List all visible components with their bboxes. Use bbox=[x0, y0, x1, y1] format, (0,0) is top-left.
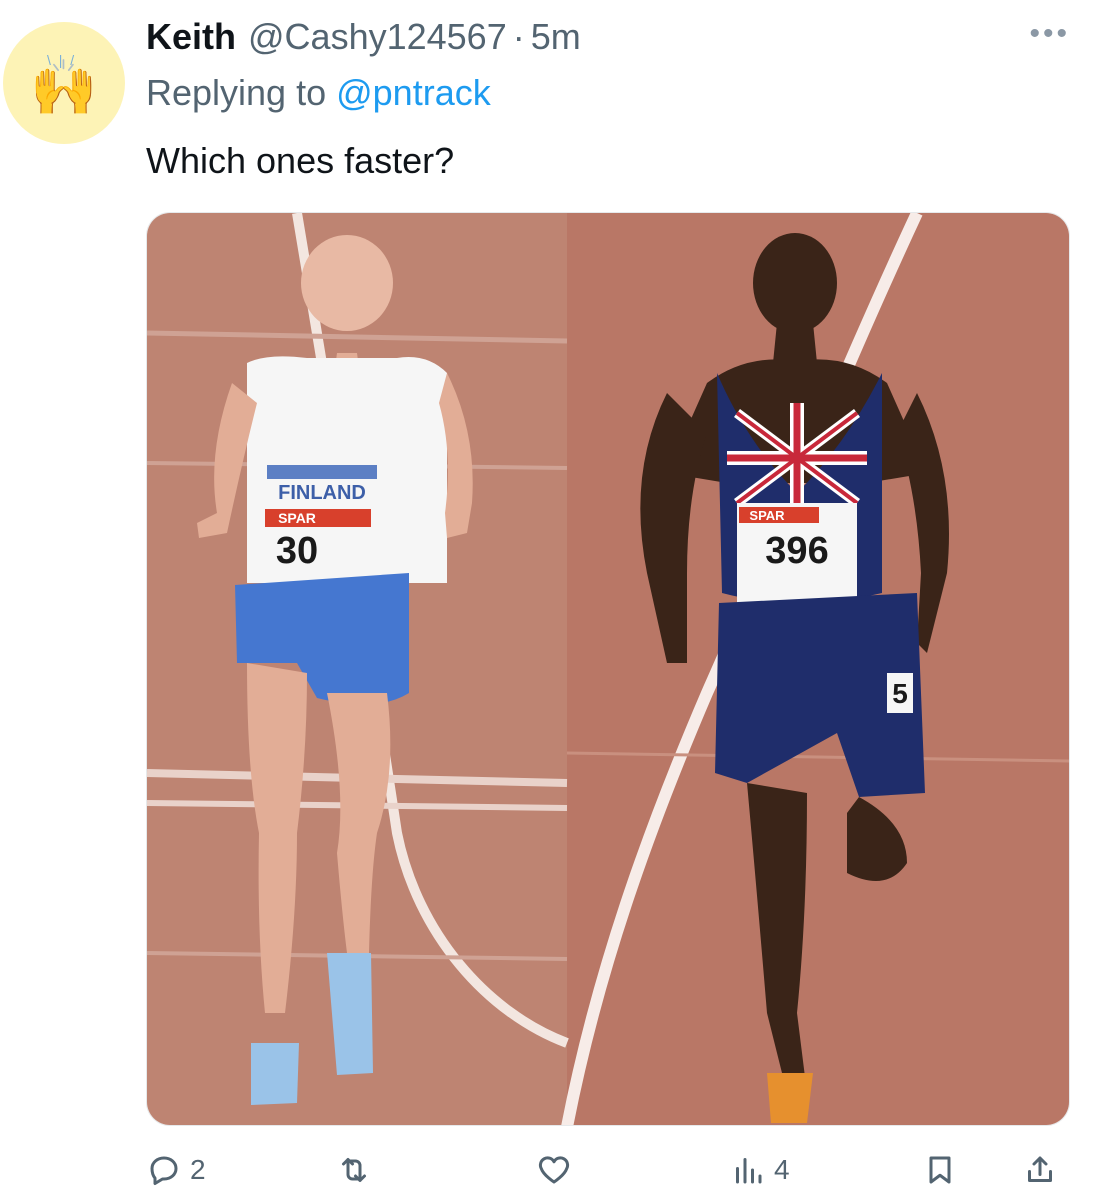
separator-dot: · bbox=[512, 16, 525, 57]
replying-to-label: Replying to bbox=[146, 72, 337, 113]
reply-button[interactable]: 2 bbox=[146, 1148, 206, 1192]
raised-hands-icon: 🙌 bbox=[30, 58, 98, 118]
right-bib-sponsor: SPAR bbox=[749, 508, 785, 523]
tweet[interactable]: \ | / 🙌 Keith @Cashy124567 · 5m ••• Repl… bbox=[0, 0, 1094, 1200]
retweet-icon bbox=[342, 1158, 366, 1182]
sparkle-icon: \ | / bbox=[47, 52, 77, 68]
right-lane-number: 5 bbox=[892, 678, 908, 709]
share-button[interactable] bbox=[1022, 1148, 1058, 1192]
mention-link[interactable]: @pntrack bbox=[336, 72, 491, 113]
user-handle[interactable]: @Cashy124567 bbox=[248, 16, 507, 58]
bookmark-button[interactable] bbox=[922, 1148, 958, 1192]
replying-to: Replying to @pntrack bbox=[146, 72, 491, 114]
tweet-text: Which ones faster? bbox=[146, 140, 455, 181]
left-bib-number: 30 bbox=[276, 530, 318, 572]
left-bib-sponsor: SPAR bbox=[278, 510, 316, 526]
athletes-photo: FINLAND SPAR 30 SPAR 396 5 bbox=[147, 213, 1069, 1125]
action-bar: 2 4 bbox=[146, 1148, 1066, 1192]
tweet-header: Keith @Cashy124567 · 5m bbox=[146, 14, 581, 60]
share-upload-icon bbox=[1028, 1156, 1052, 1182]
bookmark-icon bbox=[929, 1156, 951, 1184]
avatar[interactable]: \ | / 🙌 bbox=[3, 22, 125, 144]
right-bib-number: 396 bbox=[765, 530, 828, 572]
retweet-button[interactable] bbox=[336, 1148, 380, 1192]
views-bar-chart-icon bbox=[736, 1158, 762, 1184]
timestamp[interactable]: 5m bbox=[531, 16, 581, 58]
views-count: 4 bbox=[774, 1154, 790, 1185]
display-name[interactable]: Keith bbox=[146, 16, 236, 58]
more-horizontal-icon[interactable]: ••• bbox=[1029, 19, 1070, 49]
heart-icon bbox=[538, 1156, 570, 1184]
tweet-image[interactable]: FINLAND SPAR 30 SPAR 396 5 bbox=[146, 212, 1070, 1126]
reply-count: 2 bbox=[190, 1154, 206, 1185]
views-button[interactable]: 4 bbox=[730, 1148, 790, 1192]
reply-bubble-icon bbox=[150, 1156, 178, 1185]
left-bib-country: FINLAND bbox=[278, 482, 366, 504]
like-button[interactable] bbox=[536, 1148, 580, 1192]
